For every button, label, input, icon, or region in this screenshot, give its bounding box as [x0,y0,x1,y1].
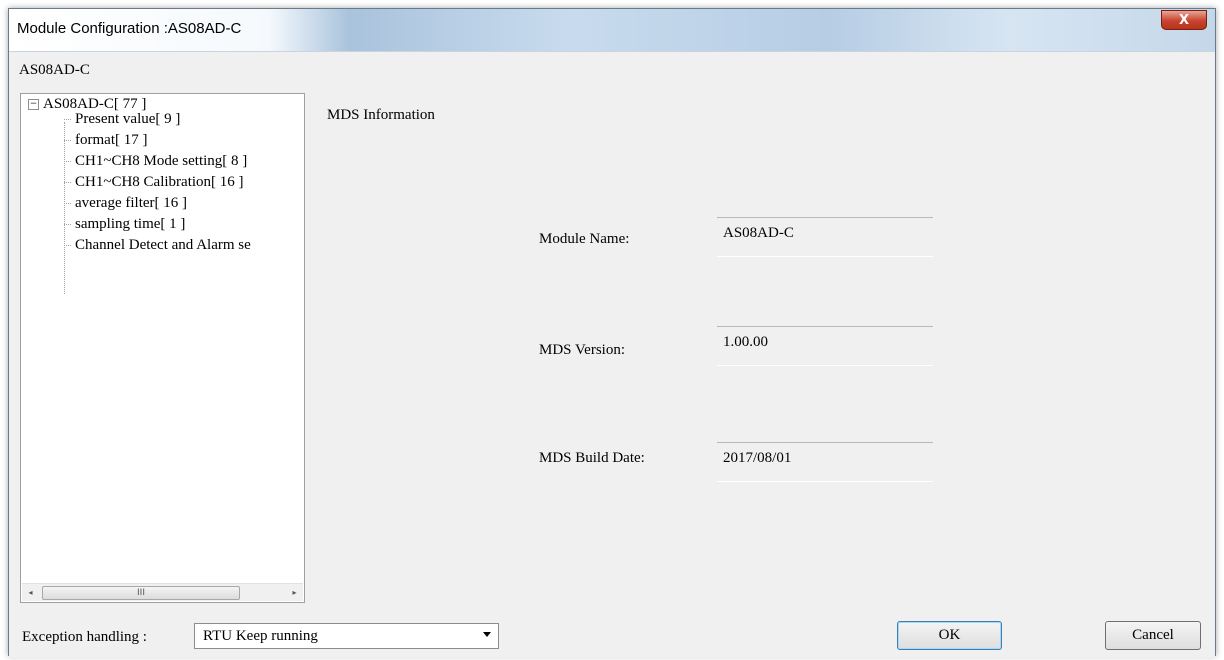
tree-branch-line [64,119,71,121]
exception-handling-label: Exception handling : [22,629,147,645]
chevron-down-icon[interactable] [483,632,491,637]
tree-branch-line [64,140,71,142]
tree-item-label: Channel Detect and Alarm se [75,237,251,253]
title-bar[interactable]: Module Configuration :AS08AD-C X [9,9,1215,51]
tree-branch-line [64,161,71,163]
scroll-right-icon[interactable]: ▸ [286,584,303,601]
tree-branch-line [64,182,71,184]
module-tree[interactable]: − AS08AD-C[ 77 ] Present value[ 9 ] forma… [20,93,305,603]
tree-item-label: Present value[ 9 ] [75,111,181,127]
window-title: Module Configuration :AS08AD-C [17,20,242,37]
tree-item-channel-detect[interactable]: Channel Detect and Alarm se [64,235,251,256]
tree-item-mode-setting[interactable]: CH1~CH8 Mode setting[ 8 ] [64,151,247,172]
mds-section-title: MDS Information [327,107,435,123]
module-name-text: AS08AD-C [723,225,794,241]
mds-version-text: 1.00.00 [723,334,768,350]
tree-item-label: average filter[ 16 ] [75,195,188,211]
exception-handling-select[interactable]: RTU Keep running [194,623,499,649]
tree-branch-line [64,224,71,226]
mds-version-label: MDS Version: [539,342,625,358]
ok-button[interactable]: OK [897,621,1002,650]
mds-build-date-text: 2017/08/01 [723,450,792,466]
scroll-left-icon[interactable]: ◂ [22,584,39,601]
tree-item-label: sampling time[ 1 ] [75,216,186,232]
tree-item-label: CH1~CH8 Mode setting[ 8 ] [75,153,248,169]
module-configuration-window: Module Configuration :AS08AD-C X AS08AD-… [8,8,1216,658]
tree-item-average-filter[interactable]: average filter[ 16 ] [64,193,187,214]
module-name-label: Module Name: [539,231,630,247]
tree-item-sampling-time[interactable]: sampling time[ 1 ] [64,214,185,235]
close-button[interactable]: X [1161,10,1207,30]
mds-build-date-label: MDS Build Date: [539,450,645,466]
tree-item-label: CH1~CH8 Calibration[ 16 ] [75,174,244,190]
tree-horizontal-scrollbar[interactable]: ◂ III ▸ [22,583,303,601]
tree-item-calibration[interactable]: CH1~CH8 Calibration[ 16 ] [64,172,244,193]
module-name-value: AS08AD-C [717,217,933,257]
scrollbar-thumb[interactable]: III [42,586,240,600]
scroll-grip-icon: III [137,588,145,598]
tree-branch-line [64,203,71,205]
mds-version-value: 1.00.00 [717,326,933,366]
close-icon: X [1178,13,1190,28]
tree-item-format[interactable]: format[ 17 ] [64,130,147,151]
collapse-icon[interactable]: − [28,99,39,111]
module-name-heading: AS08AD-C [19,62,90,78]
dialog-body: AS08AD-C − AS08AD-C[ 77 ] Present value[ … [9,51,1215,658]
tree-item-label: format[ 17 ] [75,132,148,148]
tree-item-present-value[interactable]: Present value[ 9 ] [64,109,180,130]
mds-build-date-value: 2017/08/01 [717,442,933,482]
tree-branch-line [64,245,71,247]
cancel-button[interactable]: Cancel [1105,621,1201,650]
exception-handling-value: RTU Keep running [203,628,318,644]
